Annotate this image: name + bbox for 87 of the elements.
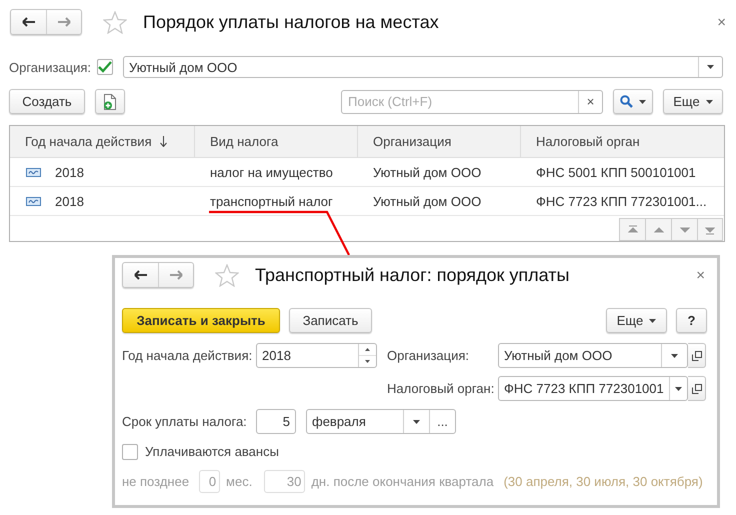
select-button[interactable]: ... (429, 410, 455, 433)
dropdown-icon (649, 318, 656, 322)
more-button[interactable]: Еще (663, 89, 723, 114)
month-field[interactable]: февраля ... (306, 409, 456, 434)
checkbox[interactable] (122, 444, 138, 460)
dropdown-icon (706, 100, 713, 104)
field-value: 0 (208, 473, 218, 491)
forward-arrow-icon (169, 270, 183, 280)
year-label: Год начала действия: (122, 348, 254, 363)
record-icon (26, 196, 41, 206)
window-title: Порядок уплаты налогов на местах (143, 12, 439, 32)
last-row-button[interactable] (697, 218, 723, 241)
column-header[interactable]: Вид налога (195, 126, 358, 157)
field-value: февраля (311, 413, 367, 431)
back-arrow-icon (22, 17, 36, 27)
record-icon (26, 168, 41, 176)
days-suffix-label: дн. после окончания квартала (311, 474, 494, 489)
organization-label: Организация: (9, 60, 92, 74)
table-cell: 2018 (55, 164, 84, 180)
dialog-title: Транспортный налог: порядок уплаты (255, 264, 570, 286)
table-cell-text: ФНС 5001 КПП 500101001 (535, 164, 697, 180)
last-row-icon (705, 224, 715, 234)
year-field[interactable]: 2018 (256, 343, 377, 368)
organization-field[interactable]: Уютный дом ООО (123, 56, 723, 78)
checkmark-icon (98, 61, 112, 73)
table-cell-text: транспортный налог (209, 194, 334, 208)
star-icon[interactable] (103, 10, 127, 34)
previous-row-icon (654, 224, 664, 234)
checkbox[interactable] (97, 59, 114, 75)
field-value: 30 (286, 473, 302, 491)
tax-authority-label: Налоговый орган: (387, 381, 496, 396)
day-field[interactable]: 5 (256, 409, 296, 434)
deadline-label: Срок уплаты налога: (122, 414, 248, 429)
first-row-icon (628, 224, 638, 234)
search-field[interactable]: Поиск (Ctrl+F) × (341, 90, 603, 114)
star-icon[interactable] (215, 264, 239, 286)
clear-button[interactable]: × (578, 90, 602, 112)
next-row-button[interactable] (671, 218, 697, 241)
table-row[interactable]: 2018 налог на имущество Уютный дом ООО ФНС 5001 КПП 500101001 (10, 158, 724, 187)
table-row[interactable]: 2018 транспортный налог Уютный дом ООО ФНС 7723 КПП 772301001... (10, 187, 724, 216)
sort-arrow-icon (160, 136, 167, 147)
months-unit-label: мес. (226, 474, 252, 489)
column-header[interactable]: Год начала действия (10, 126, 195, 157)
field-value: Уютный дом ООО (503, 347, 614, 365)
close-button[interactable]: × (715, 14, 728, 30)
table-cell-text: налог на имущество (209, 164, 334, 180)
column-header[interactable]: Налоговый орган (521, 126, 724, 157)
open-icon (692, 350, 702, 360)
organization-field[interactable]: Уютный дом ООО (498, 343, 688, 368)
open-button[interactable] (688, 343, 706, 368)
help-button[interactable]: ? (676, 308, 707, 333)
dropdown-icon (671, 354, 678, 358)
column-header[interactable]: Организация (358, 126, 521, 157)
table-cell-text: ФНС 7723 КПП 772301001... (535, 194, 708, 208)
tax-authority-field[interactable]: ФНС 7723 КПП 772301001 (498, 376, 688, 401)
dates-hint: (30 апреля, 30 июля, 30 октября) (504, 474, 703, 489)
down-arrow-icon (365, 360, 370, 363)
search-button[interactable] (613, 89, 653, 114)
advances-label: Уплачиваются авансы (145, 444, 279, 459)
back-arrow-icon (134, 270, 148, 280)
add-document-icon (103, 94, 117, 110)
field-value: Уютный дом ООО (128, 58, 238, 77)
prefix-label: не позднее (122, 474, 190, 489)
more-button[interactable]: Еще (606, 308, 667, 333)
create-button[interactable]: Создать (9, 89, 85, 114)
save-button[interactable]: Записать (289, 308, 372, 333)
open-button[interactable] (688, 376, 706, 401)
field-value: ФНС 7723 КПП 772301001 (503, 380, 665, 398)
table-cell-text: Уютный дом ООО (372, 164, 482, 180)
first-row-button[interactable] (619, 218, 645, 241)
field-value: 2018 (261, 347, 292, 365)
table-cell: 2018 (55, 194, 84, 208)
dropdown-icon (707, 65, 714, 69)
close-button[interactable]: × (694, 266, 707, 284)
add-document-button[interactable] (95, 89, 125, 114)
search-icon (620, 95, 633, 108)
save-and-close-button[interactable]: Записать и закрыть (122, 308, 280, 333)
organization-label: Организация: (387, 348, 470, 363)
dropdown-icon (639, 100, 646, 104)
table-cell-text: Уютный дом ООО (372, 194, 482, 208)
next-row-icon (680, 224, 690, 234)
up-arrow-icon (365, 348, 370, 351)
dropdown-icon (413, 420, 420, 424)
dropdown-icon (674, 386, 682, 390)
previous-row-button[interactable] (645, 218, 671, 241)
open-icon (692, 384, 702, 394)
forward-arrow-icon (57, 17, 71, 27)
